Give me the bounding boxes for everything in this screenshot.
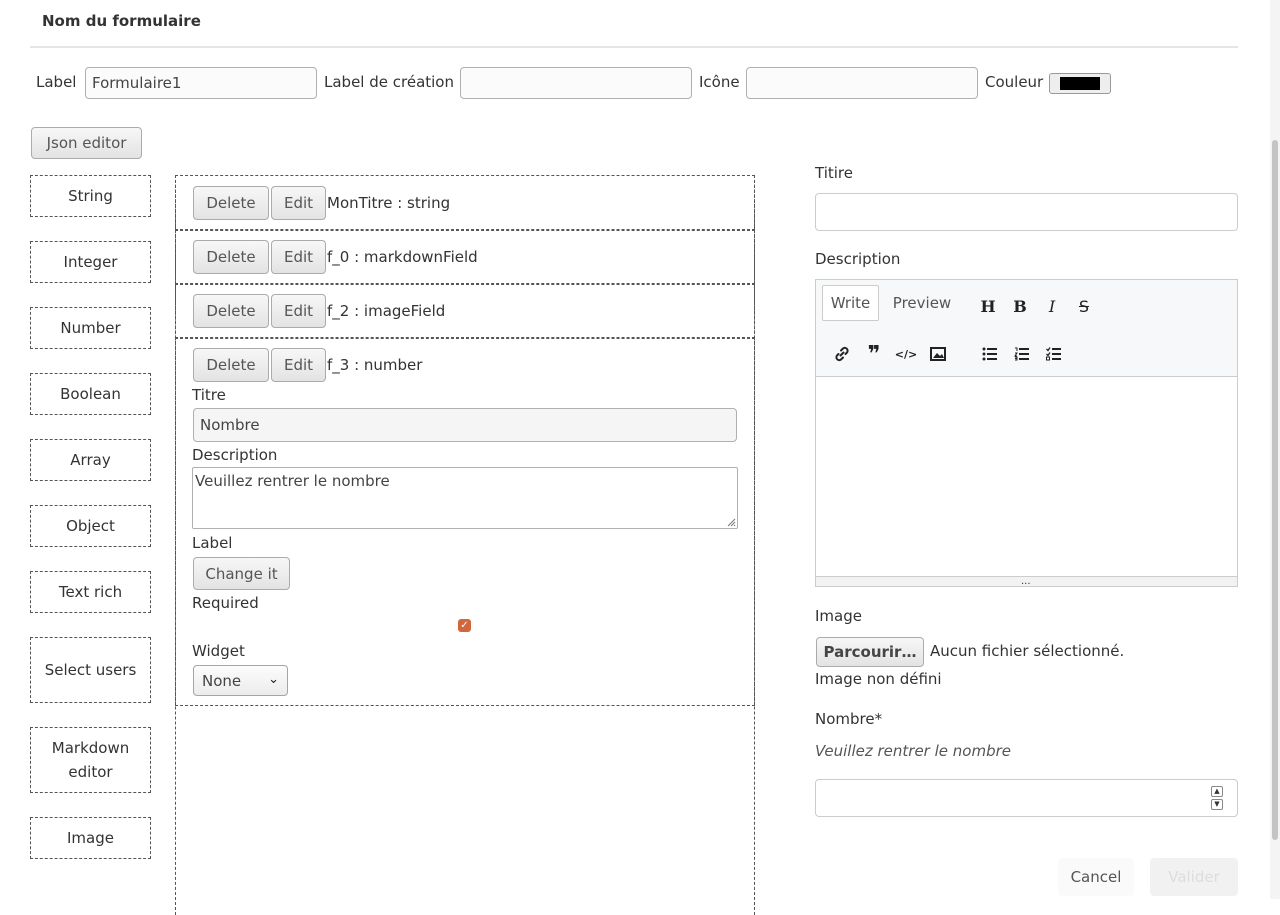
field-title: MonTitre : string xyxy=(327,194,451,212)
numbered-list-icon[interactable] xyxy=(1011,343,1033,365)
spin-up-icon[interactable]: ▲ xyxy=(1211,786,1223,797)
link-icon[interactable] xyxy=(831,343,853,365)
resize-dots: ... xyxy=(1021,576,1031,587)
color-swatch xyxy=(1060,77,1100,90)
nombre-label: Nombre* xyxy=(815,710,883,728)
image-icon[interactable] xyxy=(927,343,949,365)
preview-description-label: Description xyxy=(815,250,901,268)
edit-button[interactable]: Edit xyxy=(271,186,326,220)
creation-label-field-label: Label de création xyxy=(324,73,454,91)
task-list-icon[interactable] xyxy=(1043,343,1065,365)
change-it-button[interactable]: Change it xyxy=(193,557,290,590)
label-input[interactable] xyxy=(85,67,317,99)
palette-item-number[interactable]: Number xyxy=(30,307,151,349)
markdown-editor[interactable]: Write Preview H B I S ❞ </> ... xyxy=(815,279,1238,587)
field-title: f_3 : number xyxy=(327,356,423,374)
palette-item-integer[interactable]: Integer xyxy=(30,241,151,283)
palette-item-markdown-editor[interactable]: Markdown editor xyxy=(30,727,151,793)
bulleted-list-icon[interactable] xyxy=(979,343,1001,365)
label-field-label: Label xyxy=(36,73,77,91)
color-field-label: Couleur xyxy=(985,73,1044,91)
form-name-header: Nom du formulaire xyxy=(30,0,1238,48)
delete-button[interactable]: Delete xyxy=(193,294,269,328)
field-title: f_2 : imageField xyxy=(327,302,446,320)
palette-item-boolean[interactable]: Boolean xyxy=(30,373,151,415)
heading-icon[interactable]: H xyxy=(977,295,999,317)
markdown-toolbar: Write Preview H B I S ❞ </> xyxy=(816,280,1237,377)
palette-item-select-users[interactable]: Select users xyxy=(30,637,151,703)
color-picker-button[interactable] xyxy=(1049,73,1111,94)
nombre-help-text: Veuillez rentrer le nombre xyxy=(815,742,1011,760)
strikethrough-icon[interactable]: S xyxy=(1073,295,1095,317)
palette-item-string[interactable]: String xyxy=(30,175,151,217)
page-title: Nom du formulaire xyxy=(42,12,201,30)
nombre-input[interactable]: ▲ ▼ xyxy=(815,779,1238,817)
number-spinner[interactable]: ▲ ▼ xyxy=(1211,786,1223,810)
widget-select-value: None xyxy=(202,672,242,690)
palette-item-text-rich[interactable]: Text rich xyxy=(30,571,151,613)
palette-item-image[interactable]: Image xyxy=(30,817,151,859)
browse-button[interactable]: Parcourir… xyxy=(816,637,924,667)
validate-button[interactable]: Valider xyxy=(1150,858,1238,896)
code-icon[interactable]: </> xyxy=(895,343,917,365)
spin-down-icon[interactable]: ▼ xyxy=(1211,799,1223,810)
resize-grip-icon[interactable] xyxy=(726,517,736,527)
titire-input[interactable] xyxy=(815,193,1238,231)
image-status: Image non défini xyxy=(815,670,942,688)
titre-input[interactable] xyxy=(193,408,737,442)
chevron-down-icon: ⌄ xyxy=(268,672,279,687)
icon-input[interactable] xyxy=(746,67,978,99)
titire-label: Titire xyxy=(815,164,853,182)
widget-label: Widget xyxy=(192,642,245,660)
label-section-label: Label xyxy=(192,534,233,552)
icon-field-label: Icône xyxy=(699,73,740,91)
bold-icon[interactable]: B xyxy=(1009,295,1031,317)
widget-select[interactable]: None ⌄ xyxy=(193,665,288,696)
markdown-resize-handle[interactable]: ... xyxy=(816,576,1237,587)
no-file-text: Aucun fichier sélectionné. xyxy=(930,642,1125,660)
delete-button[interactable]: Delete xyxy=(193,186,269,220)
edit-button[interactable]: Edit xyxy=(271,348,326,382)
required-checkbox[interactable]: ✓ xyxy=(458,619,471,632)
tab-preview[interactable]: Preview xyxy=(886,285,958,321)
image-label: Image xyxy=(815,607,862,625)
field-title: f_0 : markdownField xyxy=(327,248,478,266)
delete-button[interactable]: Delete xyxy=(193,348,269,382)
description-label: Description xyxy=(192,446,278,464)
scrollbar-thumb[interactable] xyxy=(1272,140,1278,840)
description-text: Veuillez rentrer le nombre xyxy=(195,472,390,490)
titre-label: Titre xyxy=(192,386,226,404)
palette-item-object[interactable]: Object xyxy=(30,505,151,547)
delete-button[interactable]: Delete xyxy=(193,240,269,274)
cancel-button[interactable]: Cancel xyxy=(1058,858,1134,896)
edit-button[interactable]: Edit xyxy=(271,294,326,328)
palette-item-array[interactable]: Array xyxy=(30,439,151,481)
required-label: Required xyxy=(192,594,259,612)
tab-write[interactable]: Write xyxy=(822,285,879,321)
italic-icon[interactable]: I xyxy=(1041,295,1063,317)
edit-button[interactable]: Edit xyxy=(271,240,326,274)
quote-icon[interactable]: ❞ xyxy=(863,342,885,367)
creation-label-input[interactable] xyxy=(460,67,692,99)
description-textarea[interactable]: Veuillez rentrer le nombre xyxy=(192,467,738,529)
json-editor-button[interactable]: Json editor xyxy=(31,127,142,159)
